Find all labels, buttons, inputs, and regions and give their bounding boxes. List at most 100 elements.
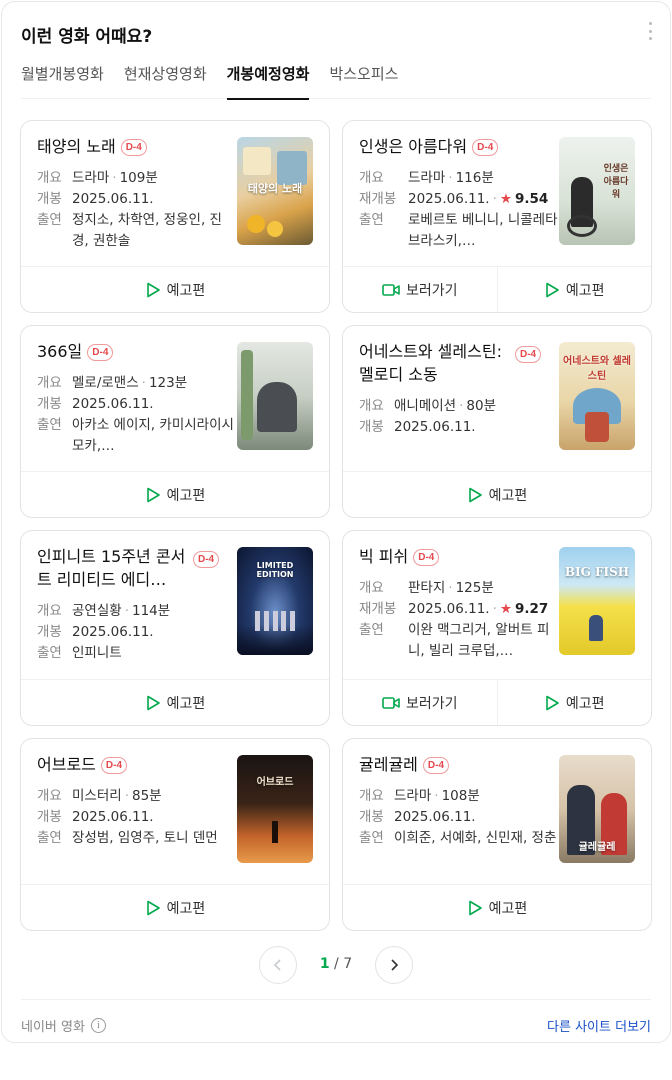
release-label: 개봉 <box>37 809 62 825</box>
trailer-button[interactable]: 예고편 <box>343 885 651 930</box>
page-indicator: 1 / 7 <box>2 956 670 972</box>
trailer-button[interactable]: 예고편 <box>21 885 329 930</box>
watch-button[interactable]: 보러가기 <box>343 680 497 725</box>
movie-title[interactable]: 어브로드 D-4 <box>37 753 227 776</box>
movie-poster[interactable]: 어브로드 <box>237 755 313 863</box>
trailer-label: 예고편 <box>166 487 206 504</box>
release-value: 2025.06.11. <box>394 809 476 825</box>
movie-title[interactable]: 366일 D-4 <box>37 340 227 363</box>
runtime-value: 108분 <box>441 788 480 804</box>
movie-title[interactable]: 태양의 노래 D-4 <box>37 135 227 158</box>
tab-upcoming[interactable]: 개봉예정영화 <box>226 64 309 100</box>
poster-caption: 어브로드 <box>256 777 294 788</box>
movie-title[interactable]: 인피니트 15주년 콘서트 리미티드 에디… <box>37 545 192 591</box>
more-options-icon[interactable] <box>646 22 654 40</box>
movie-title-text[interactable]: 366일 <box>37 342 82 361</box>
movie-title-text[interactable]: 어브로드 <box>37 755 96 774</box>
movie-poster[interactable]: 어네스트와 셀레스틴 <box>559 342 635 450</box>
trailer-button[interactable]: 예고편 <box>21 267 329 312</box>
poster-caption: 인생은 아름다워 <box>603 163 629 200</box>
movie-card-body[interactable]: 귤레귤레 D-4 개요 드라마 · 108분 개봉 2025.06.11. 출연 이희준, … <box>343 739 651 885</box>
trailer-button[interactable]: 예고편 <box>21 472 329 517</box>
d-day-badge: D-4 <box>193 551 220 568</box>
cast-label: 출연 <box>37 417 62 433</box>
poster-caption: 태양의 노래 <box>247 182 303 196</box>
cast-value: 인피니트 <box>72 645 122 661</box>
genre-label: 개요 <box>37 170 62 186</box>
movie-card-body[interactable]: 태양의 노래 D-4 개요 드라마 · 109분 개봉 2025.06.11. 출연 정지소… <box>21 121 329 267</box>
movie-title[interactable]: 빅 피쉬 D-4 <box>359 545 549 568</box>
trailer-label: 예고편 <box>166 695 206 712</box>
movie-card: 태양의 노래 D-4 개요 드라마 · 109분 개봉 2025.06.11. 출연 정지소… <box>20 120 330 313</box>
source-label: 네이버 영화 <box>21 1020 85 1035</box>
genre-label: 개요 <box>37 603 62 619</box>
card-actions: 예고편 <box>21 266 329 312</box>
tab-monthly-release[interactable]: 월별개봉영화 <box>21 64 104 99</box>
movie-title[interactable]: 인생은 아름다워 D-4 <box>359 135 549 158</box>
rerelease-label: 재개봉 <box>359 601 397 617</box>
movie-poster[interactable]: BIG FISH <box>559 547 635 655</box>
movie-title[interactable]: 어네스트와 셀레스틴: 멜로디 소동 <box>359 340 509 386</box>
tab-box-office[interactable]: 박스오피스 <box>329 64 398 99</box>
movie-card-body[interactable]: 인생은 아름다워 D-4 개요 드라마 · 116분 재개봉 2025.06.11. · ★ 9… <box>343 121 651 267</box>
play-icon <box>146 900 160 915</box>
cast-label: 출연 <box>359 830 384 846</box>
watch-button[interactable]: 보러가기 <box>343 267 497 312</box>
runtime-value: 80분 <box>466 398 497 414</box>
trailer-button[interactable]: 예고편 <box>496 267 652 312</box>
genre-value: 드라마 <box>394 788 432 804</box>
movie-card: 인생은 아름다워 D-4 개요 드라마 · 116분 재개봉 2025.06.11. · ★ 9… <box>342 120 652 313</box>
movie-poster[interactable]: 태양의 노래 <box>237 137 313 245</box>
runtime-value: 114분 <box>131 603 171 619</box>
trailer-button[interactable]: 예고편 <box>21 680 329 725</box>
movie-card: 어네스트와 셀레스틴: 멜로디 소동 D-4 개요 애니메이션 · 80분 개봉 202… <box>342 325 652 518</box>
movie-info: 개요 드라마 · 109분 개봉 2025.06.11. 출연 정지소, 차학연, 정웅인… <box>37 168 237 252</box>
cast-value: 이희준, 서예화, 신민재, 정춘 <box>394 830 557 846</box>
movie-title-text[interactable]: 빅 피쉬 <box>359 547 408 566</box>
movie-info: 개요 미스터리 · 85분 개봉 2025.06.11. 출연 장성범, 임영주, 토니 … <box>37 786 237 849</box>
card-actions: 예고편 <box>21 884 329 930</box>
movie-card-body[interactable]: 어네스트와 셀레스틴: 멜로디 소동 D-4 개요 애니메이션 · 80분 개봉 202… <box>343 326 651 472</box>
trailer-button[interactable]: 예고편 <box>343 472 651 517</box>
cast-value: 아카소 에이지, 카미시라이시 모카,… <box>72 417 234 454</box>
info-icon[interactable]: i <box>90 1018 106 1033</box>
movie-poster[interactable] <box>237 342 313 450</box>
next-page-button[interactable] <box>375 946 413 984</box>
trailer-button[interactable]: 예고편 <box>496 680 652 725</box>
cast-value: 로베르토 베니니, 니콜레타 브라스키,… <box>408 212 558 249</box>
movie-card-body[interactable]: 인피니트 15주년 콘서트 리미티드 에디… D-4 개요 공연실황 · 114분 개… <box>21 531 329 680</box>
trailer-label: 예고편 <box>488 487 528 504</box>
release-value: 2025.06.11. <box>394 419 476 435</box>
d-day-badge: D-4 <box>100 757 128 774</box>
current-page: 1 <box>319 956 330 972</box>
movie-title-text[interactable]: 인생은 아름다워 <box>359 137 467 156</box>
movie-poster[interactable]: 인생은 아름다워 <box>559 137 635 245</box>
movie-title-text[interactable]: 태양의 노래 <box>37 137 116 156</box>
movie-title-text[interactable]: 귤레귤레 <box>359 755 418 774</box>
card-actions: 보러가기 예고편 <box>343 679 651 725</box>
runtime-value: 123분 <box>148 375 188 391</box>
movie-card-body[interactable]: 어브로드 D-4 개요 미스터리 · 85분 개봉 2025.06.11. 출연 장성범, … <box>21 739 329 885</box>
movie-poster[interactable]: LIMITED EDITION <box>237 547 313 655</box>
movie-title[interactable]: 귤레귤레 D-4 <box>359 753 549 776</box>
more-sites-link[interactable]: 다른 사이트 더보기 <box>547 1016 651 1035</box>
genre-value: 애니메이션 <box>394 398 457 414</box>
movie-card-body[interactable]: 빅 피쉬 D-4 개요 판타지 · 125분 재개봉 2025.06.11. · ★ 9.27 … <box>343 531 651 680</box>
release-value: 2025.06.11. <box>408 191 490 207</box>
cast-label: 출연 <box>359 212 384 228</box>
card-actions: 예고편 <box>343 884 651 930</box>
cast-label: 출연 <box>37 212 62 228</box>
cast-label: 출연 <box>37 645 62 661</box>
genre-value: 공연실황 <box>72 603 122 619</box>
movie-card-body[interactable]: 366일 D-4 개요 멜로/로맨스 · 123분 개봉 2025.06.11. 출연 아카… <box>21 326 329 472</box>
genre-value: 멜로/로맨스 <box>72 375 139 391</box>
tab-now-showing[interactable]: 현재상영영화 <box>124 64 207 99</box>
genre-label: 개요 <box>37 375 62 391</box>
movie-poster[interactable]: 귤레귤레 <box>559 755 635 863</box>
movie-card: 인피니트 15주년 콘서트 리미티드 에디… D-4 개요 공연실황 · 114분 개… <box>20 530 330 726</box>
star-icon: ★ <box>499 601 512 617</box>
release-value: 2025.06.11. <box>72 191 154 207</box>
cast-value: 정지소, 차학연, 정웅인, 진경, 권한솔 <box>72 212 222 249</box>
genre-label: 개요 <box>359 170 384 186</box>
chevron-right-icon <box>391 959 399 971</box>
